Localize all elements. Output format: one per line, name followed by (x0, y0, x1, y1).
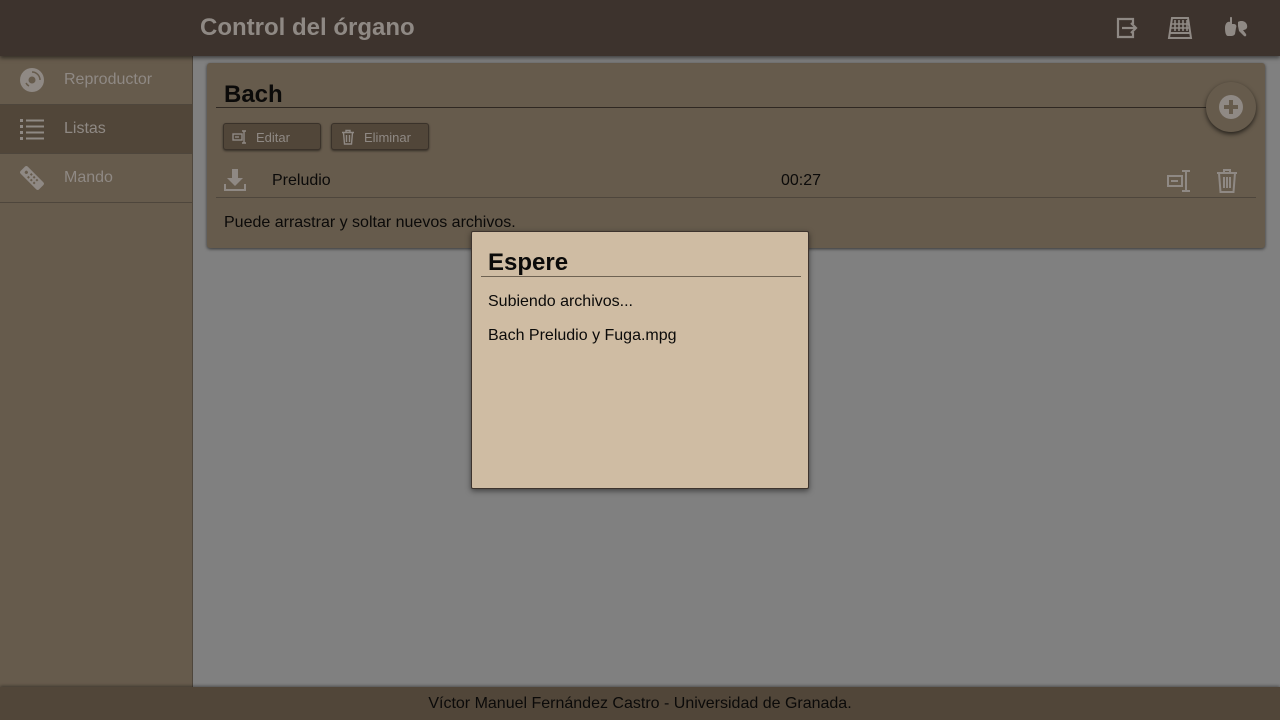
remote-control-icon (19, 165, 45, 191)
sidebar-item-mando[interactable]: Mando (0, 154, 192, 203)
plus-circle-icon (1219, 95, 1243, 119)
edit-button-label: Editar (256, 130, 290, 145)
download-icon[interactable] (222, 167, 248, 193)
delete-button[interactable]: Eliminar (331, 123, 429, 150)
trash-icon[interactable] (1214, 168, 1240, 194)
divider (481, 276, 801, 277)
logout-icon[interactable] (1112, 14, 1140, 42)
list-icon (19, 116, 45, 142)
drop-hint: Puede arrastrar y soltar nuevos archivos… (224, 214, 516, 231)
rename-icon (232, 130, 246, 144)
footer: Víctor Manuel Fernández Castro - Univers… (0, 687, 1280, 720)
rename-icon[interactable] (1166, 168, 1192, 194)
playlist-title: Bach (224, 81, 283, 108)
sign-language-icon[interactable] (1222, 14, 1250, 42)
sidebar-item-listas[interactable]: Listas (0, 105, 192, 154)
sidebar-item-reproductor[interactable]: Reproductor (0, 56, 192, 105)
app-title: Control del órgano (200, 14, 415, 41)
list-item[interactable]: Preludio 00:27 (216, 163, 1256, 198)
sidebar-item-label: Mando (64, 169, 113, 186)
delete-button-label: Eliminar (364, 130, 411, 145)
track-duration: 00:27 (781, 172, 822, 189)
wait-dialog: Espere Subiendo archivos... Bach Preludi… (471, 231, 809, 489)
playlist-panel: Bach Editar Eliminar Preludio 00:27 Pued… (207, 63, 1265, 248)
keyboard-icon[interactable] (1166, 14, 1194, 42)
uploading-file-name: Bach Preludio y Fuga.mpg (488, 327, 677, 344)
track-name: Preludio (272, 172, 331, 189)
trash-icon (342, 129, 354, 145)
app-header: Control del órgano (0, 0, 1280, 56)
sidebar: Reproductor Listas Mando (0, 56, 193, 687)
edit-button[interactable]: Editar (223, 123, 321, 150)
footer-credit: Víctor Manuel Fernández Castro - Univers… (428, 695, 852, 712)
add-file-button[interactable] (1206, 82, 1256, 132)
dialog-message: Subiendo archivos... (488, 293, 633, 310)
sidebar-item-label: Listas (64, 120, 106, 137)
disc-icon (19, 67, 45, 93)
sidebar-item-label: Reproductor (64, 71, 153, 88)
dialog-title: Espere (488, 249, 569, 276)
divider (216, 107, 1256, 108)
